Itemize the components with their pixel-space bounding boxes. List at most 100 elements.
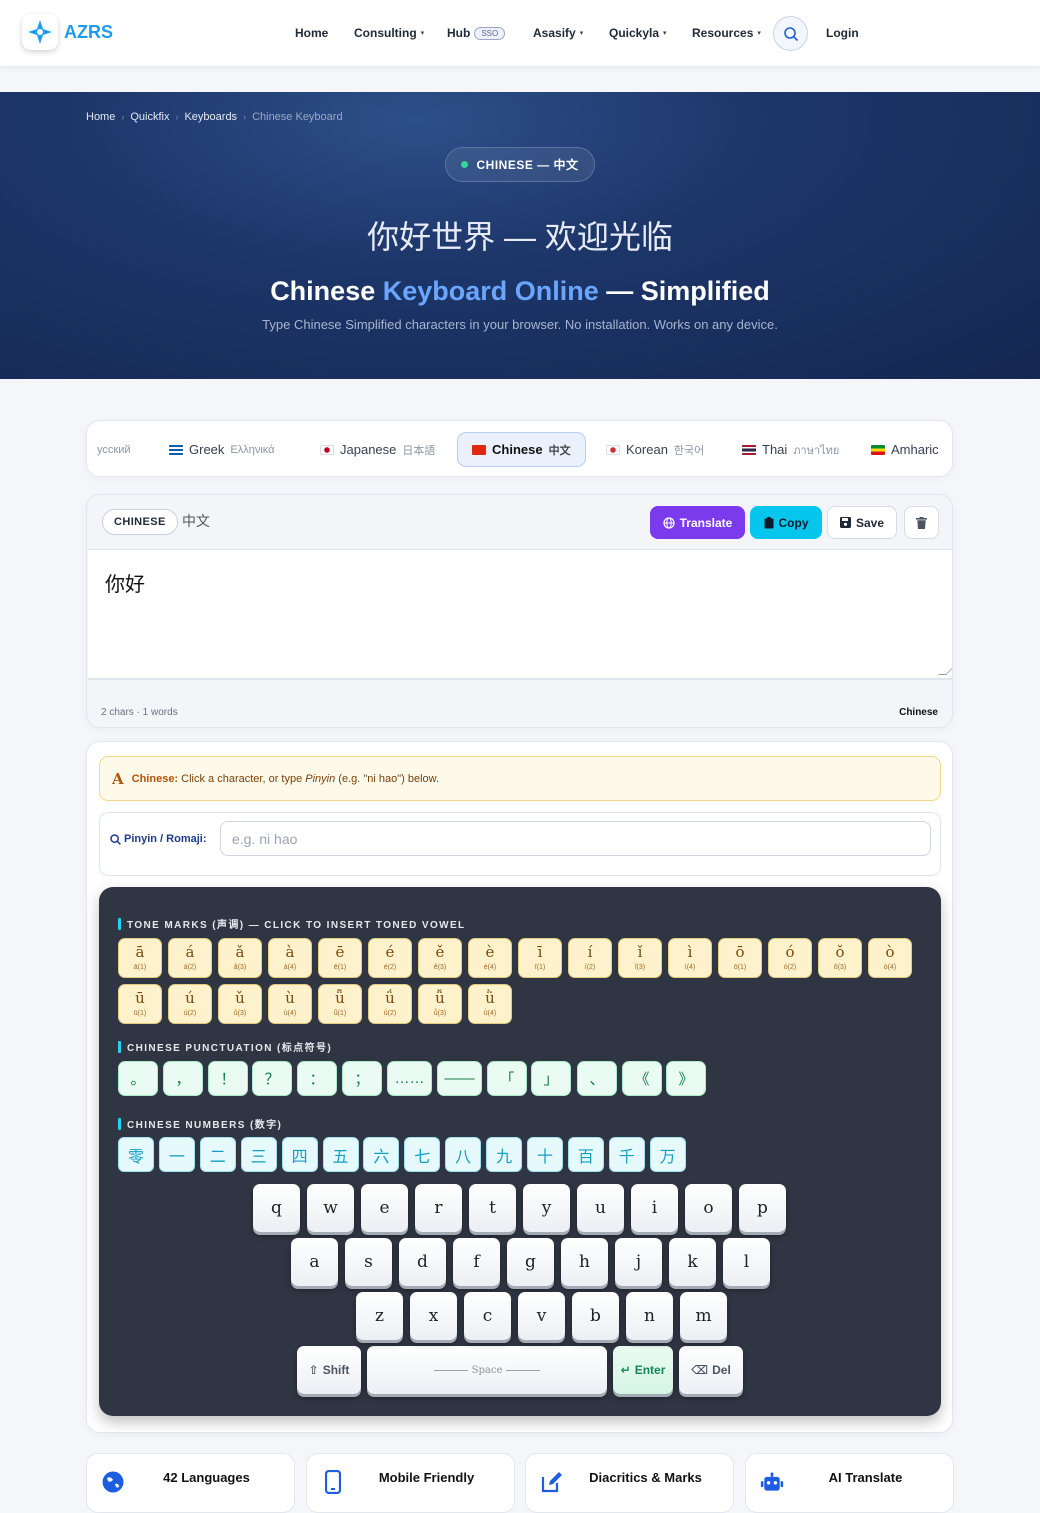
tone-key[interactable]: ǚ ǚ(3) [418, 984, 462, 1024]
number-key[interactable]: 万 [649, 1137, 686, 1172]
letter-key-l[interactable]: l [723, 1238, 770, 1286]
nav-hub[interactable]: Hub SSO [447, 26, 533, 40]
tone-key[interactable]: ú ú(2) [168, 984, 212, 1024]
login-link[interactable]: Login [826, 26, 859, 40]
tone-key[interactable]: ā ā(1) [118, 938, 162, 978]
number-key[interactable]: 七 [404, 1137, 441, 1172]
number-key[interactable]: 零 [118, 1137, 154, 1172]
tone-key[interactable]: ē ē(1) [318, 938, 362, 978]
punctuation-key[interactable]: …… [387, 1061, 432, 1096]
letter-key-d[interactable]: d [399, 1238, 446, 1286]
letter-key-k[interactable]: k [669, 1238, 716, 1286]
tone-key[interactable]: ū ū(1) [118, 984, 162, 1024]
tone-key[interactable]: ǐ ǐ(3) [618, 938, 662, 978]
tone-key[interactable]: ǖ ǖ(1) [318, 984, 362, 1024]
nav-resources[interactable]: Resources ▾ [692, 26, 761, 40]
number-key[interactable]: 十 [527, 1137, 563, 1172]
letter-key-e[interactable]: e [361, 1184, 408, 1232]
number-key[interactable]: 五 [322, 1137, 359, 1172]
number-key[interactable]: 三 [240, 1137, 277, 1172]
letter-key-c[interactable]: c [464, 1292, 511, 1340]
number-key[interactable]: 九 [486, 1137, 523, 1172]
space-key[interactable]: Space [367, 1346, 607, 1394]
tone-key[interactable]: ě ě(3) [418, 938, 462, 978]
letter-key-u[interactable]: u [577, 1184, 624, 1232]
tone-key[interactable]: ǘ ǘ(2) [368, 984, 412, 1024]
tone-key[interactable]: é é(2) [368, 938, 412, 978]
letter-key-w[interactable]: w [307, 1184, 354, 1232]
letter-key-o[interactable]: o [685, 1184, 732, 1232]
letter-key-j[interactable]: j [615, 1238, 662, 1286]
number-key[interactable]: 一 [158, 1137, 195, 1172]
letter-key-r[interactable]: r [415, 1184, 462, 1232]
nav-quickyla[interactable]: Quickyla ▾ [609, 26, 692, 40]
tab-korean[interactable]: Korean 한국어 [606, 432, 704, 467]
letter-key-s[interactable]: s [345, 1238, 392, 1286]
letter-key-n[interactable]: n [626, 1292, 673, 1340]
tab-japanese[interactable]: Japanese 日本語 [320, 432, 435, 467]
letter-key-m[interactable]: m [680, 1292, 727, 1340]
letter-key-h[interactable]: h [561, 1238, 608, 1286]
letter-key-g[interactable]: g [507, 1238, 554, 1286]
nav-asasify[interactable]: Asasify ▾ [533, 26, 609, 40]
tone-key[interactable]: ì ì(4) [668, 938, 712, 978]
letter-key-i[interactable]: i [631, 1184, 678, 1232]
copy-button[interactable]: Copy [750, 506, 822, 539]
tab-amharic[interactable]: Amharic [871, 432, 939, 467]
nav-consulting[interactable]: Consulting ▾ [354, 26, 447, 40]
tab-russian[interactable]: усский [97, 432, 130, 467]
punctuation-key[interactable]: ！ [208, 1061, 248, 1096]
punctuation-key[interactable]: ； [342, 1061, 382, 1096]
shift-key[interactable]: ⇧ Shift [297, 1346, 361, 1394]
tone-key[interactable]: ǜ ǜ(4) [468, 984, 512, 1024]
nav-home[interactable]: Home [295, 26, 354, 40]
number-key[interactable]: 二 [199, 1137, 236, 1172]
resize-handle-icon[interactable] [938, 667, 952, 675]
tone-key[interactable]: í í(2) [568, 938, 612, 978]
letter-key-b[interactable]: b [572, 1292, 619, 1340]
tab-chinese[interactable]: Chinese 中文 [457, 432, 586, 467]
number-key[interactable]: 百 [567, 1137, 604, 1172]
tone-key[interactable]: è è(4) [468, 938, 512, 978]
breadcrumb-home[interactable]: Home [86, 111, 115, 123]
letter-key-t[interactable]: t [469, 1184, 516, 1232]
text-input-area[interactable]: 你好 [88, 549, 952, 680]
letter-key-x[interactable]: x [410, 1292, 457, 1340]
punctuation-key[interactable]: ， [163, 1061, 203, 1096]
punctuation-key[interactable]: —— [437, 1061, 482, 1096]
tone-key[interactable]: ó ó(2) [768, 938, 812, 978]
save-button[interactable]: Save [827, 506, 897, 539]
translate-button[interactable]: Translate [650, 506, 745, 539]
tab-greek[interactable]: Greek Ελληνικά [169, 432, 275, 467]
tone-key[interactable]: ò ò(4) [868, 938, 912, 978]
breadcrumb-keyboards[interactable]: Keyboards [184, 111, 237, 123]
enter-key[interactable]: ↵ Enter [613, 1346, 673, 1394]
letter-key-y[interactable]: y [523, 1184, 570, 1232]
tone-key[interactable]: ī ī(1) [518, 938, 562, 978]
punctuation-key[interactable]: ？ [252, 1061, 292, 1096]
number-key[interactable]: 六 [363, 1137, 400, 1172]
clear-button[interactable] [904, 506, 939, 539]
number-key[interactable]: 四 [281, 1137, 318, 1172]
tone-key[interactable]: ù ù(4) [268, 984, 312, 1024]
number-key[interactable]: 千 [608, 1137, 645, 1172]
tone-key[interactable]: ǎ ǎ(3) [218, 938, 262, 978]
delete-key[interactable]: ⌫ Del [679, 1346, 743, 1394]
letter-key-z[interactable]: z [356, 1292, 403, 1340]
punctuation-key[interactable]: 、 [577, 1061, 617, 1096]
tone-key[interactable]: à à(4) [268, 938, 312, 978]
breadcrumb-quickfix[interactable]: Quickfix [130, 111, 169, 123]
punctuation-key[interactable]: 」 [531, 1061, 571, 1096]
punctuation-key[interactable]: ： [297, 1061, 337, 1096]
tone-key[interactable]: á á(2) [168, 938, 212, 978]
punctuation-key[interactable]: 《 [622, 1061, 662, 1096]
punctuation-key[interactable]: 》 [666, 1061, 706, 1096]
search-button[interactable] [773, 16, 808, 51]
tone-key[interactable]: ō ō(1) [718, 938, 762, 978]
letter-key-v[interactable]: v [518, 1292, 565, 1340]
letter-key-q[interactable]: q [253, 1184, 300, 1232]
punctuation-key[interactable]: 。 [118, 1061, 158, 1096]
letter-key-a[interactable]: a [291, 1238, 338, 1286]
brand-logo[interactable]: AZRS [22, 14, 113, 50]
letter-key-f[interactable]: f [453, 1238, 500, 1286]
